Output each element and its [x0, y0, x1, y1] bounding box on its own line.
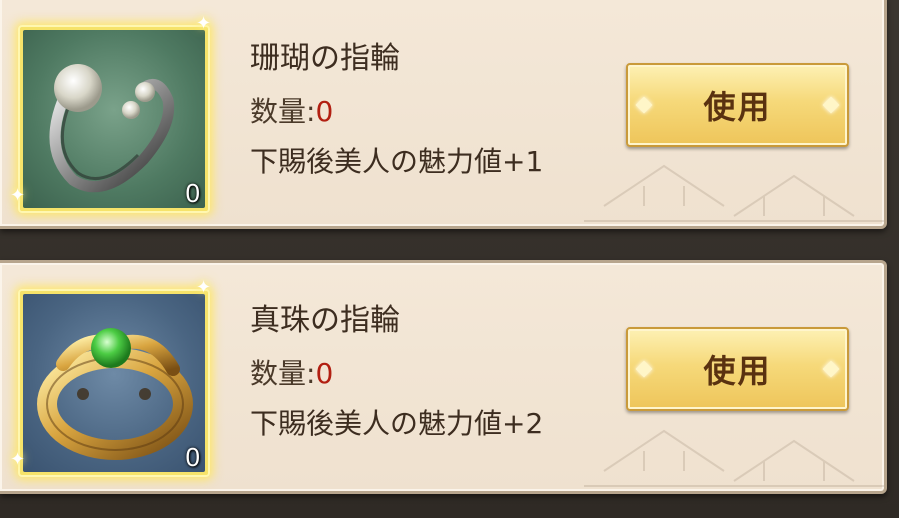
use-button[interactable]: 使用 [626, 327, 849, 411]
item-icon-frame[interactable]: 0 ✦ ✦ [10, 13, 211, 213]
item-card: 0 ✦ ✦ 真珠の指輪 数量:0 下賜後美人の魅力値+2 使用 [0, 260, 887, 494]
diamond-ornament-icon [635, 96, 653, 114]
item-count: 0 [185, 178, 200, 208]
item-effect: 下賜後美人の魅力値+1 [250, 145, 544, 178]
quantity-line: 数量:0 [250, 356, 543, 392]
quantity-value: 0 [315, 95, 334, 128]
quantity-line: 数量:0 [250, 94, 543, 130]
sparkle-icon: ✦ [10, 185, 26, 206]
diamond-ornament-icon [635, 360, 653, 378]
quantity-label: 数量: [250, 357, 316, 390]
item-name: 真珠の指輪 [250, 303, 400, 338]
item-card: 0 ✦ ✦ 珊瑚の指輪 数量:0 下賜後美人の魅力値+1 使用 [0, 0, 887, 229]
use-button-label: 使用 [703, 352, 772, 390]
diamond-ornament-icon [822, 96, 840, 114]
use-button[interactable]: 使用 [626, 63, 849, 147]
pearl-ring-icon [49, 64, 175, 193]
jade-gold-ring-icon [37, 328, 193, 460]
item-name: 珊瑚の指輪 [250, 41, 400, 76]
quantity-value: 0 [315, 357, 334, 390]
sparkle-icon: ✦ [10, 449, 26, 470]
item-icon-frame[interactable]: 0 ✦ ✦ [10, 277, 211, 477]
sparkle-icon: ✦ [196, 13, 212, 34]
diamond-ornament-icon [822, 360, 840, 378]
item-effect: 下賜後美人の魅力値+2 [250, 407, 544, 440]
item-info: 真珠の指輪 数量:0 下賜後美人の魅力値+2 [250, 301, 543, 442]
item-info: 珊瑚の指輪 数量:0 下賜後美人の魅力値+1 [250, 39, 543, 180]
sparkle-icon: ✦ [196, 277, 212, 298]
quantity-label: 数量: [250, 95, 316, 128]
item-count: 0 [185, 442, 200, 472]
use-button-label: 使用 [703, 88, 772, 126]
